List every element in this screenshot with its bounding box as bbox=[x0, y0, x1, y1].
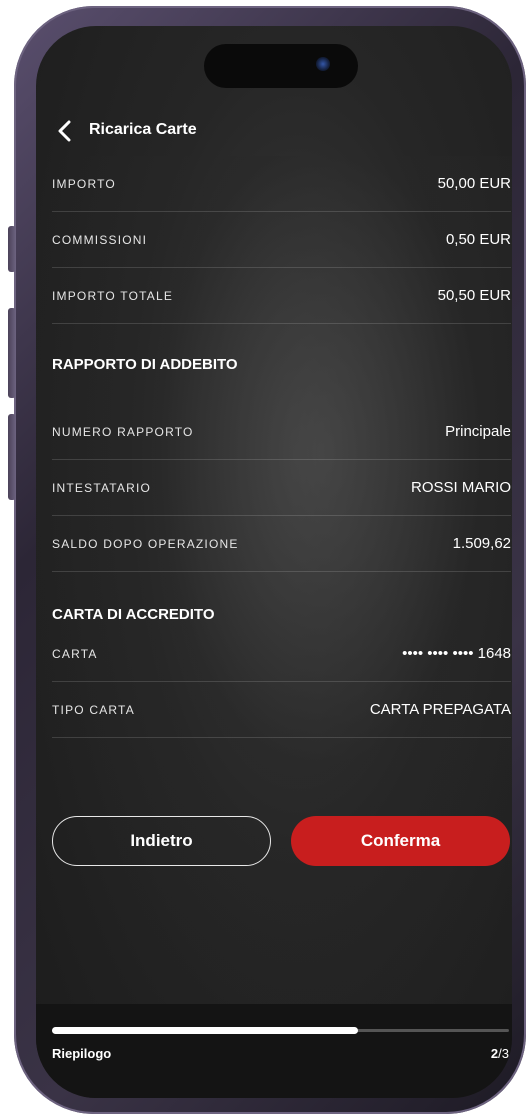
dynamic-island bbox=[204, 44, 358, 88]
action-button bbox=[8, 226, 16, 272]
row-saldo-dopo-operazione: SALDO DOPO OPERAZIONE 1.509,62 bbox=[52, 516, 511, 572]
row-label: NUMERO RAPPORTO bbox=[52, 424, 194, 439]
row-value: CARTA PREPAGATA bbox=[369, 701, 511, 718]
row-label: COMMISSIONI bbox=[52, 232, 148, 247]
back-button[interactable]: Indietro bbox=[52, 816, 271, 866]
row-label: CARTA bbox=[52, 646, 98, 661]
row-value: 0,50 EUR bbox=[445, 231, 511, 248]
app-screen: Ricarica Carte IMPORTO 50,00 EUR COMMISS… bbox=[36, 26, 512, 1098]
volume-down-button bbox=[8, 414, 16, 500]
row-value: ROSSI MARIO bbox=[410, 479, 511, 496]
row-label: TIPO CARTA bbox=[52, 702, 135, 717]
row-importo: IMPORTO 50,00 EUR bbox=[52, 156, 511, 212]
app-header: Ricarica Carte bbox=[36, 106, 512, 156]
row-value: •••• •••• •••• 1648 bbox=[402, 645, 511, 662]
confirm-button[interactable]: Conferma bbox=[291, 816, 510, 866]
row-intestatario: INTESTATARIO ROSSI MARIO bbox=[52, 460, 511, 516]
row-commissioni: COMMISSIONI 0,50 EUR bbox=[52, 212, 511, 268]
row-label: IMPORTO bbox=[52, 176, 116, 191]
row-value: 50,00 EUR bbox=[437, 175, 511, 192]
row-value: 50,50 EUR bbox=[437, 287, 511, 304]
credit-section-title: CARTA DI ACCREDITO bbox=[52, 606, 215, 623]
volume-up-button bbox=[8, 308, 16, 398]
step-counter: 2/3 bbox=[491, 1046, 509, 1061]
page-title: Ricarica Carte bbox=[89, 121, 197, 138]
chevron-left-icon[interactable] bbox=[54, 120, 76, 142]
row-carta: CARTA •••• •••• •••• 1648 bbox=[52, 626, 511, 682]
progress-fill bbox=[52, 1027, 358, 1034]
camera-icon bbox=[316, 57, 330, 71]
row-label: IMPORTO TOTALE bbox=[52, 288, 174, 303]
step-label: Riepilogo bbox=[52, 1046, 112, 1061]
row-numero-rapporto: NUMERO RAPPORTO Principale bbox=[52, 404, 511, 460]
row-tipo-carta: TIPO CARTA CARTA PREPAGATA bbox=[52, 682, 511, 738]
summary-content: IMPORTO 50,00 EUR COMMISSIONI 0,50 EUR I… bbox=[36, 156, 512, 1004]
row-value: Principale bbox=[445, 423, 511, 440]
row-label: INTESTATARIO bbox=[52, 480, 152, 495]
total-steps: /3 bbox=[498, 1046, 509, 1061]
row-value: 1.509,62 bbox=[452, 535, 511, 552]
stepper-footer: Riepilogo 2/3 bbox=[36, 1004, 512, 1098]
row-importo-totale: IMPORTO TOTALE 50,50 EUR bbox=[52, 268, 511, 324]
debit-section-title: RAPPORTO DI ADDEBITO bbox=[52, 356, 238, 373]
row-label: SALDO DOPO OPERAZIONE bbox=[52, 536, 239, 551]
